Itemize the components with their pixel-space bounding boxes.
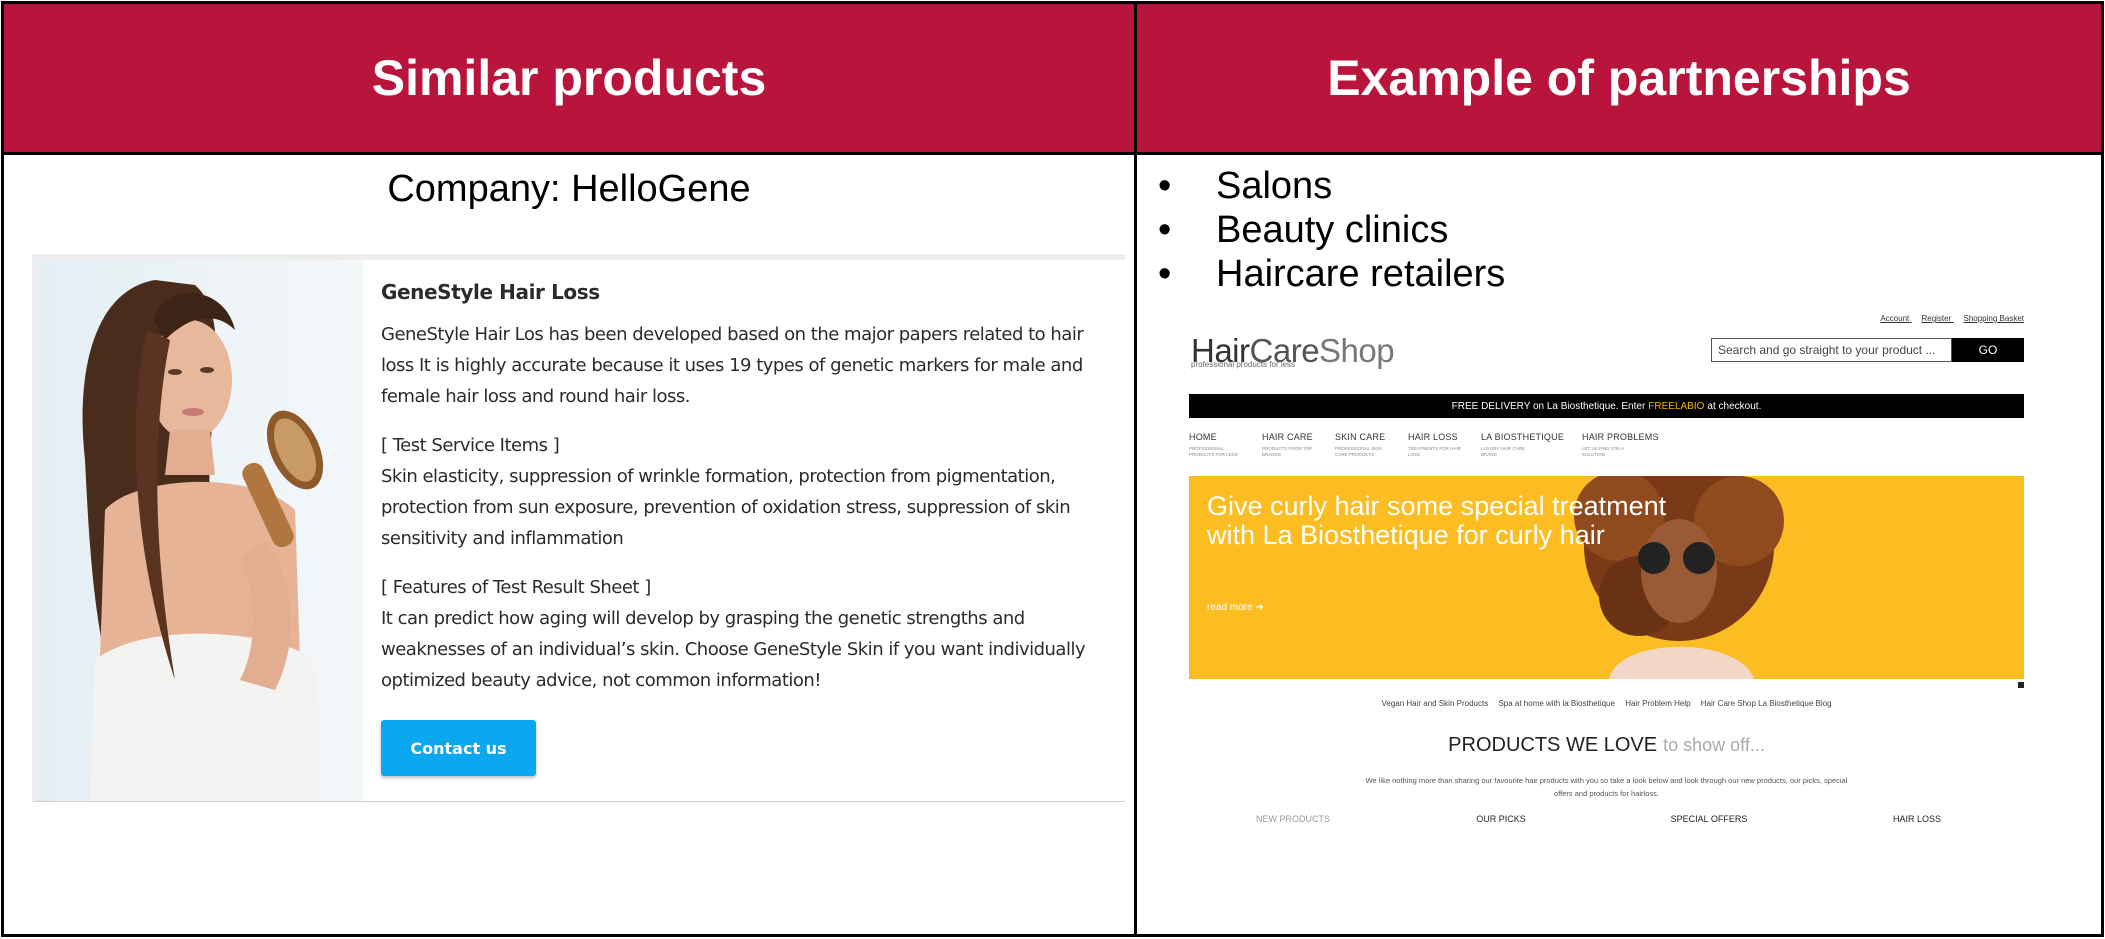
promo-banner: FREE DELIVERY on La Biosthetique. Enter … (1189, 394, 2024, 418)
test-items-text: Skin elasticity, suppression of wrinkle … (381, 466, 1071, 549)
product-photo (35, 260, 363, 801)
image-links: Vegan Hair and Skin Products Spa at home… (1189, 699, 2024, 708)
partner-item: • Salons (1158, 165, 1333, 207)
shop-search-input[interactable]: Search and go straight to your product .… (1711, 338, 1952, 362)
products-we-love-title: PRODUCTS WE LOVE to show off... (1448, 734, 1765, 756)
nav-item-home[interactable]: HOME PROFESSIONAL PRODUCTS FOR LESS (1189, 432, 1244, 458)
haircareshop-screenshot: Account Register Shopping Basket HairCar… (1189, 310, 2024, 834)
product-title: GeneStyle Hair Loss (381, 280, 600, 304)
shop-nav: HOME PROFESSIONAL PRODUCTS FOR LESS HAIR … (1189, 432, 2024, 458)
partner-item: • Beauty clinics (1158, 209, 1449, 251)
image-link[interactable]: Hair Problem Help (1625, 699, 1690, 708)
nav-item-hair-care[interactable]: HAIR CARE PRODUCTS FROM TOP BRANDS (1262, 432, 1317, 458)
slide-table: Similar products Example of partnerships… (1, 1, 2104, 937)
nav-item-hair-loss[interactable]: HAIR LOSS TREATMENTS FOR HAIR LOSS (1408, 432, 1463, 458)
hero-banner[interactable]: Give curly hair some special treatment w… (1189, 476, 2024, 679)
read-more-link[interactable]: read more ➔ (1207, 602, 1264, 613)
tab-new-products[interactable]: NEW PRODUCTS (1189, 814, 1397, 824)
header-similar-products: Similar products (4, 4, 1134, 152)
nav-item-hair-problems[interactable]: HAIR PROBLEMS LET US FIND YOU A SOLUTION (1582, 432, 1659, 458)
image-link[interactable]: Spa at home with la Biosthetique (1498, 699, 1615, 708)
contact-us-button[interactable]: Contact us (381, 720, 536, 776)
bullet-icon: • (1158, 209, 1172, 251)
tab-special-offers[interactable]: SPECIAL OFFERS (1605, 814, 1813, 824)
bullet-icon: • (1158, 253, 1172, 295)
header-example-partnerships: Example of partnerships (1137, 4, 2101, 152)
tab-our-picks[interactable]: OUR PICKS (1397, 814, 1605, 824)
tab-hair-loss[interactable]: HAIR LOSS (1813, 814, 2021, 824)
company-line: Company: HelloGene (387, 168, 751, 210)
products-we-love-desc: We like nothing more than sharing our fa… (1365, 776, 1848, 798)
shop-go-button[interactable]: GO (1952, 338, 2024, 362)
test-items-heading: [ Test Service Items ] (381, 435, 560, 456)
partner-item: • Haircare retailers (1158, 253, 1506, 295)
nav-item-la-biosthetique[interactable]: LA BIOSTHETIQUE LUXURY HAIR CARE BRAND (1481, 432, 1564, 458)
image-link[interactable]: Hair Care Shop La Biosthetique Blog (1701, 699, 1832, 708)
features-text: It can predict how aging will develop by… (381, 608, 1086, 691)
image-link[interactable]: Vegan Hair and Skin Products (1381, 699, 1488, 708)
shop-tagline: professional products for less (1191, 360, 1296, 369)
product-card: GeneStyle Hair Loss GeneStyle Hair Los h… (32, 254, 1125, 802)
features-heading: [ Features of Test Result Sheet ] (381, 577, 651, 598)
basket-link[interactable]: Shopping Basket (1964, 314, 2025, 323)
product-details: GeneStyle Hair Loss GeneStyle Hair Los h… (381, 280, 1111, 776)
nav-item-skin-care[interactable]: SKIN CARE PROFESSIONAL SKIN CARE PRODUCTS (1335, 432, 1390, 458)
bullet-icon: • (1158, 165, 1172, 207)
slider-pager[interactable] (2018, 682, 2024, 688)
column-divider (1134, 4, 1137, 934)
shop-top-links: Account Register Shopping Basket (1870, 314, 2024, 323)
partner-list: • Salons • Beauty clinics • Haircare retail… (1154, 164, 1505, 296)
hero-headline: Give curly hair some special treatment w… (1207, 491, 1667, 550)
register-link[interactable]: Register (1921, 314, 1951, 323)
product-description: GeneStyle Hair Los has been developed ba… (381, 324, 1084, 407)
row-divider (4, 152, 2101, 155)
account-link[interactable]: Account (1880, 314, 1909, 323)
product-tabs: NEW PRODUCTS OUR PICKS SPECIAL OFFERS HA… (1189, 814, 2024, 824)
